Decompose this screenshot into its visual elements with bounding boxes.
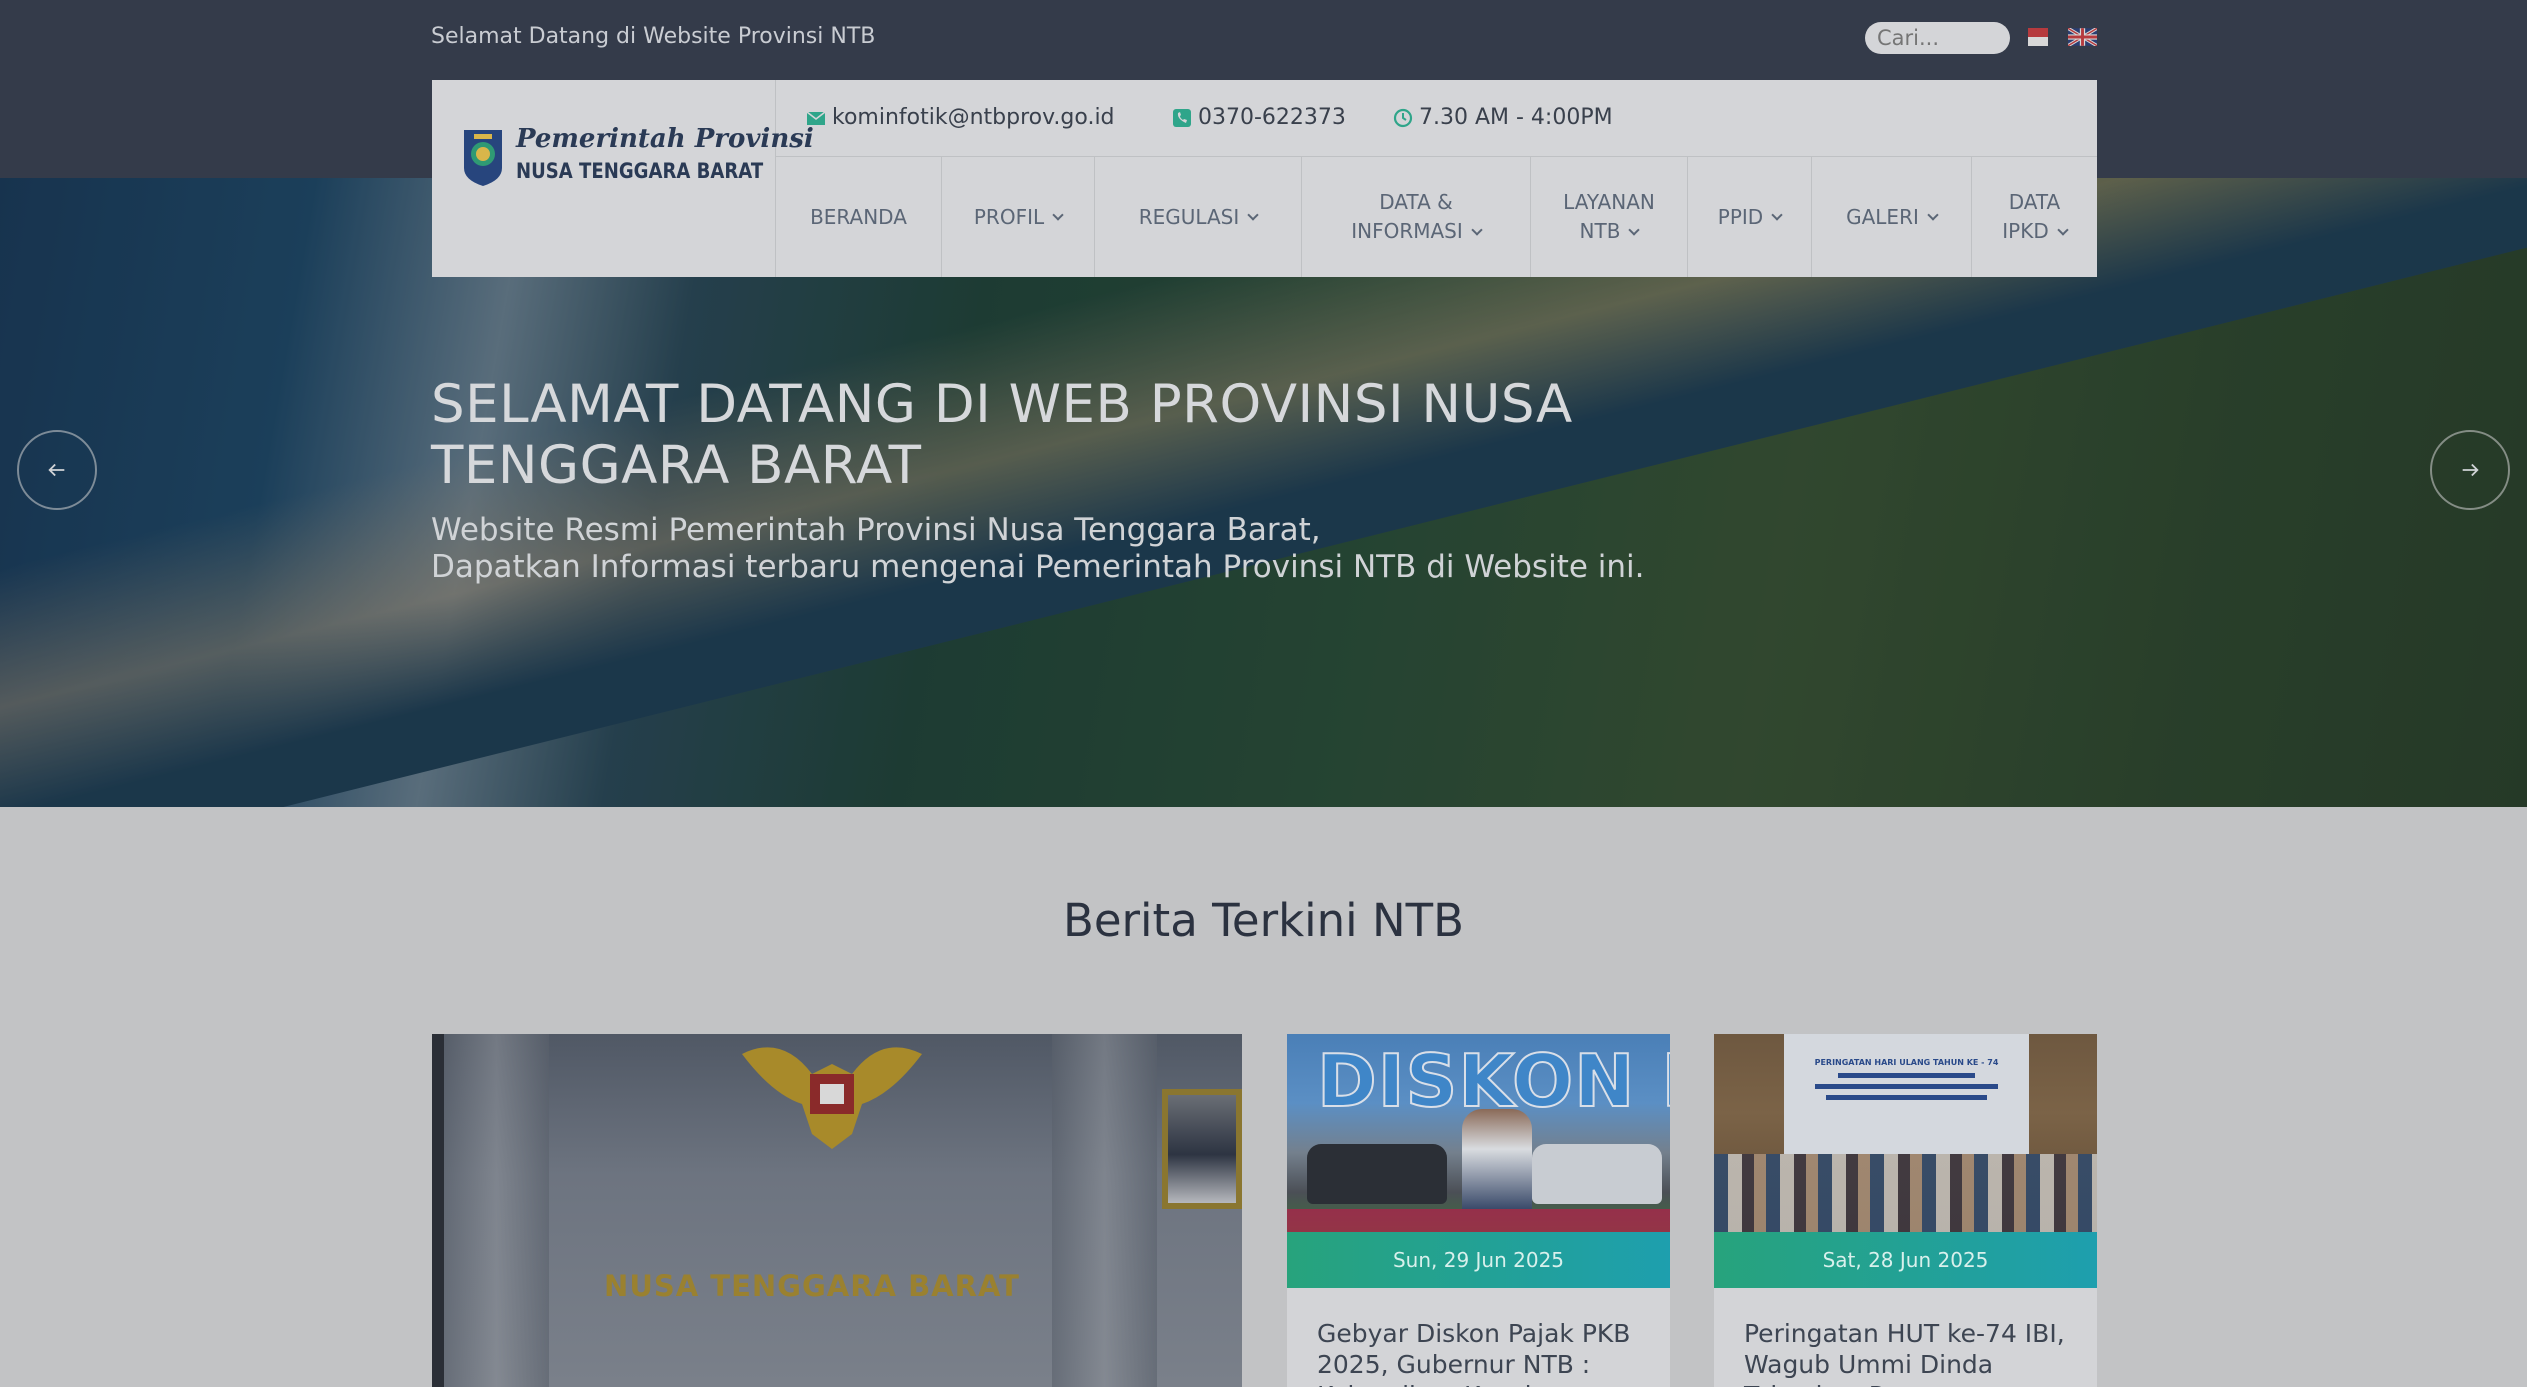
chevron-down-icon [1471,224,1483,236]
arrow-right-icon [2462,463,2479,477]
nav-layanan-ntb[interactable]: LAYANAN NTB [1531,157,1688,277]
phone-icon [1173,108,1191,127]
language-english-flag-icon[interactable] [2068,28,2097,46]
ntb-emblem-icon [464,130,502,186]
hero-title: SELAMAT DATANG DI WEB PROVINSI NUSA TENG… [431,374,1573,496]
chevron-down-icon [1771,209,1783,221]
search-input[interactable] [1865,22,2010,54]
news-image[interactable]: PERINGATAN HARI ULANG TAHUN KE - 74 [1714,1034,2097,1232]
logo-subtitle: NUSA TENGGARA BARAT [516,159,764,183]
chevron-down-icon [1052,209,1064,221]
contact-hours: 7.30 AM - 4:00PM [1393,105,1613,130]
news-title[interactable]: Gebyar Diskon Pajak PKB 2025, Gubernur N… [1317,1318,1647,1387]
hero-subtitle: Website Resmi Pemerintah Provinsi Nusa T… [431,512,1645,585]
clock-icon [1393,108,1413,127]
welcome-text: Selamat Datang di Website Provinsi NTB [431,24,876,49]
news-card[interactable]: PERINGATAN HARI ULANG TAHUN KE - 74 Sat,… [1714,1034,2097,1387]
news-date: Sat, 28 Jun 2025 [1714,1232,2097,1288]
language-indonesia-flag-icon[interactable] [2028,28,2048,46]
nav-regulasi[interactable]: REGULASI [1095,157,1302,277]
news-section-heading: Berita Terkini NTB [1062,894,1465,947]
featured-image-text: NUSA TENGGARA BARAT [604,1269,1020,1303]
logo-title: Pemerintah Provinsi [516,124,814,154]
envelope-icon [806,110,826,125]
contact-email[interactable]: kominfotik@ntbprov.go.id [806,105,1115,130]
nav-ppid[interactable]: PPID [1688,157,1812,277]
nav-galeri[interactable]: GALERI [1812,157,1972,277]
chevron-down-icon [2057,224,2069,236]
nav-data-informasi[interactable]: DATA & INFORMASI [1302,157,1531,277]
news-title[interactable]: Peringatan HUT ke-74 IBI, Wagub Ummi Din… [1744,1318,2074,1387]
chevron-down-icon [1927,209,1939,221]
portrait-frame [1162,1089,1242,1209]
site-header: Pemerintah Provinsi NUSA TENGGARA BARAT … [432,80,2097,277]
nav-beranda[interactable]: BERANDA [776,157,942,277]
news-image[interactable]: DISKON PKB [1287,1034,1670,1232]
contact-bar: kominfotik@ntbprov.go.id 0370-622373 7.3… [776,80,2097,157]
nav-data-ipkd[interactable]: DATA IPKD [1972,157,2097,277]
slider-next-button[interactable] [2430,430,2510,510]
chevron-down-icon [1247,209,1259,221]
slider-prev-button[interactable] [17,430,97,510]
news-image-banner: PERINGATAN HARI ULANG TAHUN KE - 74 [1784,1034,2029,1154]
news-date: Sun, 29 Jun 2025 [1287,1232,1670,1288]
main-nav: BERANDA PROFIL REGULASI DATA & INFORMASI … [776,157,2097,277]
contact-phone[interactable]: 0370-622373 [1172,105,1346,130]
news-card[interactable]: DISKON PKB Sun, 29 Jun 2025 Gebyar Disko… [1287,1034,1670,1387]
garuda-emblem-icon [742,1047,922,1149]
site-logo[interactable]: Pemerintah Provinsi NUSA TENGGARA BARAT [432,80,814,277]
nav-profil[interactable]: PROFIL [942,157,1095,277]
featured-news-card[interactable]: NUSA TENGGARA BARAT [432,1034,1242,1387]
arrow-left-icon [48,463,65,477]
chevron-down-icon [1628,224,1641,236]
